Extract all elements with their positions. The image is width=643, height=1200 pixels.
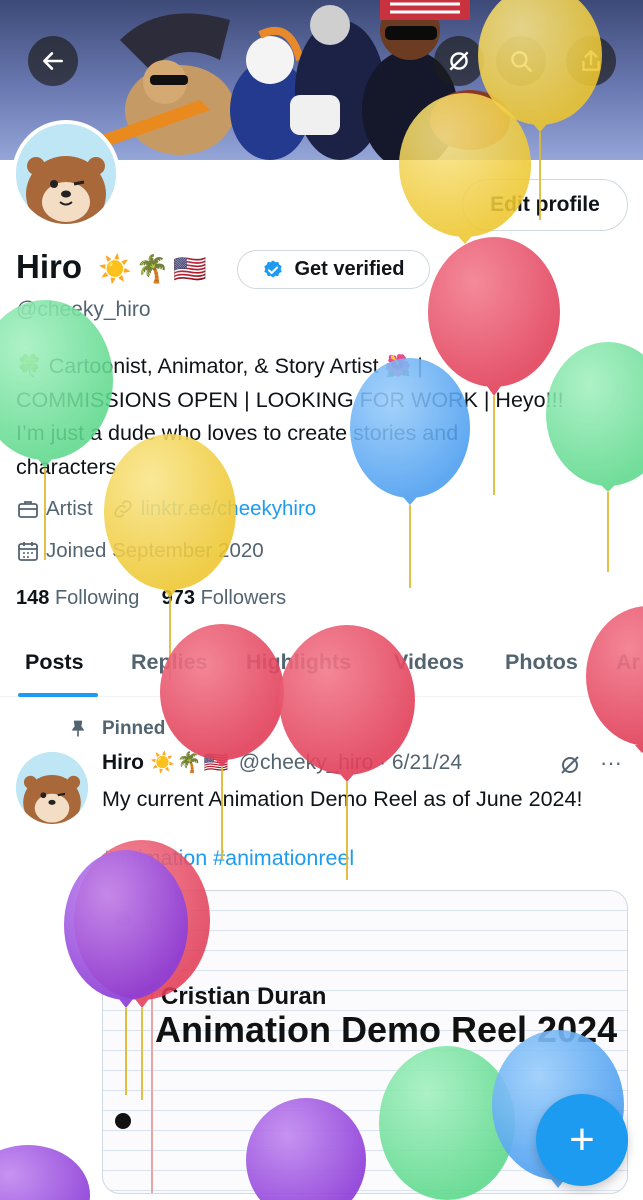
post-hashtags[interactable]: #animation #animationreel xyxy=(102,846,354,871)
share-button[interactable] xyxy=(566,36,616,86)
verified-badge-icon xyxy=(264,259,283,278)
profile-meta-row: Artist linktr.ee/cheekyhiro xyxy=(16,497,316,521)
get-verified-label: Get verified xyxy=(294,258,405,280)
active-tab-indicator xyxy=(18,693,98,697)
pinned-text: Pinned xyxy=(102,718,166,739)
profile-bio: 🍀 Cartoonist, Animator, & Story Artist 🌺… xyxy=(16,350,626,484)
bio-line: characters xyxy=(16,454,117,479)
post-author-emoji: ☀️🌴🇺🇸 xyxy=(150,752,231,774)
grok-button[interactable] xyxy=(434,36,484,86)
post-handle-date: @cheeky_hiro · 6/21/24 xyxy=(238,750,462,774)
profile-tabs: Posts Replies Highlights Videos Photos A… xyxy=(0,640,643,697)
media-author: Cristian Duran xyxy=(161,983,327,1010)
otter-avatar-image xyxy=(16,752,88,824)
media-hole-dot xyxy=(115,1113,131,1129)
media-margin-line xyxy=(151,891,153,1193)
share-icon xyxy=(582,50,600,71)
profile-handle: @cheeky_hiro xyxy=(16,298,151,321)
tab-replies[interactable]: Replies xyxy=(131,650,207,675)
link-icon xyxy=(111,497,135,521)
post-more-button[interactable]: ··· xyxy=(600,750,622,776)
profession-label: Artist xyxy=(46,497,93,520)
tab-photos[interactable]: Photos xyxy=(505,650,578,675)
media-title: Animation Demo Reel 2024 xyxy=(155,1009,618,1050)
following-link[interactable]: 148 Following xyxy=(16,587,139,609)
profile-joined-row: Joined September 2020 xyxy=(16,539,264,563)
search-button[interactable] xyxy=(496,36,546,86)
grok-icon xyxy=(449,51,469,71)
arrow-left-icon xyxy=(43,52,63,70)
bio-line: COMMISSIONS OPEN | LOOKING FOR WORK | He… xyxy=(16,387,564,412)
pin-icon xyxy=(72,720,84,737)
post-author-name[interactable]: Hiro xyxy=(102,751,144,775)
followers-link[interactable]: 973 Followers xyxy=(162,587,287,609)
post-header: Hiro ☀️🌴🇺🇸 @cheeky_hiro · 6/21/24 xyxy=(102,750,462,775)
media-hole-dot xyxy=(115,911,131,927)
get-verified-button[interactable]: Get verified xyxy=(237,250,430,289)
briefcase-icon xyxy=(16,497,40,521)
edit-profile-button[interactable]: Edit profile xyxy=(462,179,628,231)
bio-line: I’m just a dude who loves to create stor… xyxy=(16,421,459,445)
profile-name: Hiro xyxy=(16,248,82,285)
grok-icon[interactable] xyxy=(558,753,582,777)
post-text: My current Animation Demo Reel as of Jun… xyxy=(102,787,583,811)
tab-highlights[interactable]: Highlights xyxy=(246,650,351,675)
tab-videos[interactable]: Videos xyxy=(394,650,464,675)
tab-articles[interactable]: Ar xyxy=(616,650,640,675)
profile-avatar[interactable] xyxy=(12,120,120,228)
otter-avatar-image xyxy=(16,124,116,224)
profile-name-emoji: ☀️🌴🇺🇸 xyxy=(98,254,211,284)
pinned-label: Pinned xyxy=(68,718,165,740)
follow-stats: 148 Following 973 Followers xyxy=(16,587,286,610)
calendar-icon xyxy=(16,539,40,563)
profile-link[interactable]: linktr.ee/cheekyhiro xyxy=(141,497,316,521)
balloon-purple xyxy=(0,1145,90,1200)
joined-label: Joined September 2020 xyxy=(46,539,264,562)
back-button[interactable] xyxy=(28,36,78,86)
search-icon xyxy=(511,51,532,72)
post-avatar[interactable] xyxy=(16,752,88,824)
tab-posts[interactable]: Posts xyxy=(25,650,84,675)
plus-icon: + xyxy=(569,1115,595,1164)
bio-line: 🍀 Cartoonist, Animator, & Story Artist 🌺… xyxy=(16,354,423,378)
compose-fab-button[interactable]: + xyxy=(536,1094,628,1186)
